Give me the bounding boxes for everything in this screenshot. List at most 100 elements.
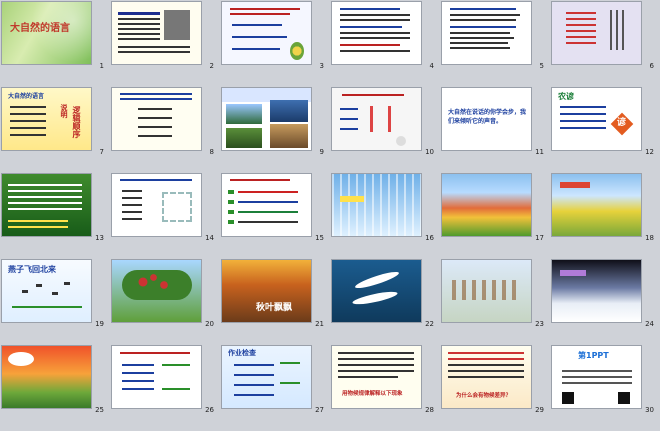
slide-text: 用物候规律解释以下现象 xyxy=(342,391,403,397)
slide-thumbnail[interactable]: 25 xyxy=(0,344,110,416)
slide-number: 5 xyxy=(539,61,544,70)
slide-thumbnail[interactable]: 农谚 谚 12 xyxy=(550,86,660,158)
slide-thumbnail[interactable]: 18 xyxy=(550,172,660,244)
slide-thumbnail[interactable]: 23 xyxy=(440,258,550,330)
slide-number: 29 xyxy=(535,405,544,414)
slide-preview xyxy=(551,1,642,65)
slide-number: 18 xyxy=(645,233,654,242)
slide-preview xyxy=(441,259,532,323)
slide-number: 19 xyxy=(95,319,104,328)
slide-title: 第1PPT xyxy=(578,351,609,360)
slide-preview xyxy=(551,173,642,237)
slide-number: 7 xyxy=(99,147,104,156)
slide-preview xyxy=(111,87,202,151)
slide-number: 24 xyxy=(645,319,654,328)
slide-number: 6 xyxy=(649,61,654,70)
slide-thumbnail[interactable]: 17 xyxy=(440,172,550,244)
slide-thumbnail[interactable]: 5 xyxy=(440,0,550,72)
slide-number: 26 xyxy=(205,405,214,414)
slide-preview xyxy=(331,1,422,65)
slide-thumbnail[interactable]: 10 xyxy=(330,86,440,158)
slide-preview xyxy=(221,173,312,237)
slide-thumbnail[interactable]: 14 xyxy=(110,172,220,244)
slide-preview: 第1PPT xyxy=(551,345,642,409)
slide-thumbnail[interactable]: 大自然的语言 1 xyxy=(0,0,110,72)
slide-preview xyxy=(1,173,92,237)
slide-thumbnail[interactable]: 8 xyxy=(110,86,220,158)
slide-thumbnail[interactable]: 22 xyxy=(330,258,440,330)
slide-title: 农谚 xyxy=(558,92,574,101)
slide-title: 大自然的语言 xyxy=(8,93,45,100)
slide-number: 30 xyxy=(645,405,654,414)
qr-code-icon xyxy=(562,392,574,404)
slide-sorter-grid: 大自然的语言 1 2 3 4 5 6 大自然的语言 说明 逻辑顺序 7 8 9 … xyxy=(0,0,660,431)
slide-thumbnail[interactable]: 为什么会有物候差异？ 29 xyxy=(440,344,550,416)
slide-title: 作业检查 xyxy=(228,349,256,357)
slide-number: 9 xyxy=(319,147,324,156)
slide-number: 4 xyxy=(429,61,434,70)
slide-preview xyxy=(111,173,202,237)
slide-thumbnail[interactable]: 26 xyxy=(110,344,220,416)
slide-preview xyxy=(331,87,422,151)
slide-thumbnail[interactable]: 3 xyxy=(220,0,330,72)
side-heading: 逻辑顺序 xyxy=(72,106,81,138)
slide-preview: 秋叶飘飘 xyxy=(221,259,312,323)
slide-preview: 大自然的语言 xyxy=(1,1,92,65)
slide-thumbnail[interactable]: 大自然的语言 说明 逻辑顺序 7 xyxy=(0,86,110,158)
slide-title: 秋叶飘飘 xyxy=(256,303,293,313)
slide-preview xyxy=(331,259,422,323)
slide-preview: 为什么会有物候差异？ xyxy=(441,345,532,409)
slide-number: 15 xyxy=(315,233,324,242)
slide-preview xyxy=(441,1,532,65)
slide-preview: 农谚 谚 xyxy=(551,87,642,151)
slide-preview: 作业检查 xyxy=(221,345,312,409)
slide-thumbnail[interactable]: 15 xyxy=(220,172,330,244)
slide-preview: 燕子飞回北来 xyxy=(1,259,92,323)
slide-number: 2 xyxy=(209,61,214,70)
slide-preview xyxy=(551,259,642,323)
slide-thumbnail[interactable]: 4 xyxy=(330,0,440,72)
slide-thumbnail[interactable]: 用物候规律解释以下现象 28 xyxy=(330,344,440,416)
slide-number: 21 xyxy=(315,319,324,328)
slide-number: 27 xyxy=(315,405,324,414)
slide-thumbnail[interactable]: 20 xyxy=(110,258,220,330)
badge-text: 谚 xyxy=(617,118,627,128)
slide-number: 17 xyxy=(535,233,544,242)
slide-thumbnail[interactable]: 16 xyxy=(330,172,440,244)
slide-number: 14 xyxy=(205,233,214,242)
slide-thumbnail[interactable]: 燕子飞回北来 19 xyxy=(0,258,110,330)
slide-title: 大自然的语言 xyxy=(10,23,70,34)
slide-thumbnail[interactable]: 秋叶飘飘 21 xyxy=(220,258,330,330)
slide-text: 大自然在说话的你学会步，我们来倾听它的声音。 xyxy=(448,109,527,125)
slide-preview xyxy=(111,1,202,65)
slide-text: 为什么会有物候差异？ xyxy=(456,393,512,399)
slide-number: 1 xyxy=(99,61,104,70)
qr-code-icon xyxy=(618,392,630,404)
slide-thumbnail[interactable]: 大自然在说话的你学会步，我们来倾听它的声音。 11 xyxy=(440,86,550,158)
portrait-photo xyxy=(164,10,190,40)
slide-number: 13 xyxy=(95,233,104,242)
slide-thumbnail[interactable]: 作业检查 27 xyxy=(220,344,330,416)
slide-preview xyxy=(221,87,312,151)
slide-preview: 大自然的语言 说明 逻辑顺序 xyxy=(1,87,92,151)
slide-thumbnail[interactable]: 6 xyxy=(550,0,660,72)
slide-number: 20 xyxy=(205,319,214,328)
slide-thumbnail[interactable]: 2 xyxy=(110,0,220,72)
slide-number: 22 xyxy=(425,319,434,328)
slide-preview xyxy=(111,259,202,323)
slide-thumbnail[interactable]: 第1PPT 30 xyxy=(550,344,660,416)
slide-thumbnail[interactable]: 24 xyxy=(550,258,660,330)
slide-number: 25 xyxy=(95,405,104,414)
slide-thumbnail[interactable]: 13 xyxy=(0,172,110,244)
slide-preview: 大自然在说话的你学会步，我们来倾听它的声音。 xyxy=(441,87,532,151)
slide-number: 16 xyxy=(425,233,434,242)
slide-thumbnail[interactable]: 9 xyxy=(220,86,330,158)
slide-number: 23 xyxy=(535,319,544,328)
slide-preview: 用物候规律解释以下现象 xyxy=(331,345,422,409)
side-heading: 说明 xyxy=(60,104,68,118)
slide-number: 8 xyxy=(209,147,214,156)
slide-preview xyxy=(441,173,532,237)
slide-number: 10 xyxy=(425,147,434,156)
slide-preview xyxy=(221,1,312,65)
slide-number: 3 xyxy=(319,61,324,70)
